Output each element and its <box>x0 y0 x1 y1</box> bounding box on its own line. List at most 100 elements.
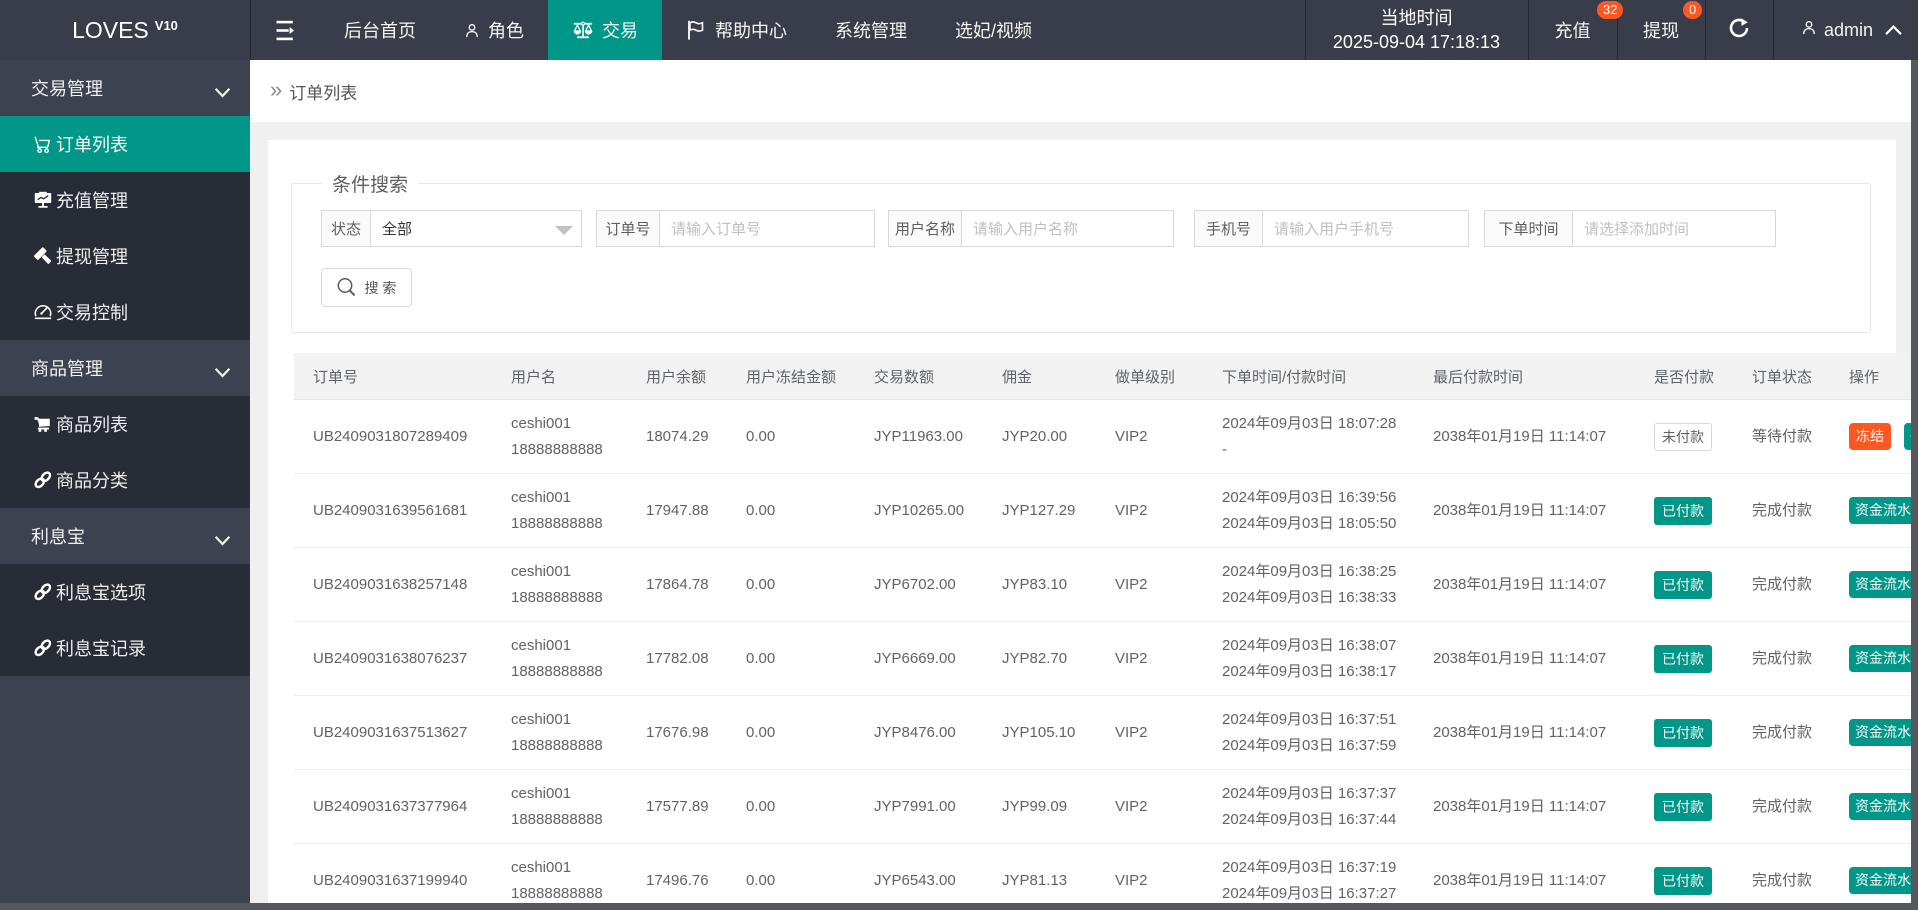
action-button[interactable]: 资金流水 <box>1849 867 1911 894</box>
breadcrumb: » 订单列表 <box>250 60 1918 122</box>
sidebar-item-3-2[interactable]: 利息宝记录 <box>0 620 250 676</box>
nav-item-label: 后台首页 <box>344 21 416 41</box>
cell-order-no: UB2409031638076237 <box>294 622 492 695</box>
field-input[interactable]: 请输入用户名称 <box>961 210 1174 247</box>
cell-amount-text: JYP11963.00 <box>874 427 963 445</box>
cell-pay-status: 已付款 <box>1635 474 1733 547</box>
cell-user-text: ceshi001 <box>511 414 572 432</box>
nav-item-5[interactable]: 系统管理 <box>811 0 931 60</box>
status-select[interactable]: 全部 <box>370 210 582 247</box>
cell-commission: JYP105.10 <box>983 696 1096 769</box>
cell-balance-text: 17496.76 <box>646 871 709 889</box>
field-placeholder: 请输入用户名称 <box>973 221 1079 238</box>
search-button-label: 搜 索 <box>364 279 397 296</box>
cell-order-no: UB2409031639561681 <box>294 474 492 547</box>
cell-level-text: VIP2 <box>1115 501 1148 519</box>
refresh-button[interactable] <box>1705 0 1773 60</box>
cell-last-pay-time: 2038年01月19日 11:14:07 <box>1414 622 1635 695</box>
nav-item-2[interactable]: 角色 <box>440 0 548 60</box>
cell-user-text: ceshi001 <box>511 562 572 580</box>
action-button[interactable]: 冻结 <box>1849 423 1891 450</box>
cell-amount: JYP6543.00 <box>855 844 983 903</box>
cell-order-no-text: UB2409031637199940 <box>313 871 468 889</box>
cell-frozen: 0.00 <box>727 696 855 769</box>
cell-balance-text: 18074.29 <box>646 427 709 445</box>
cell-actions: 冻结 强制付款 <box>1830 400 1911 473</box>
user-menu[interactable]: admin <box>1773 0 1918 60</box>
gavel-icon <box>33 246 53 266</box>
field-placeholder: 请输入订单号 <box>671 221 762 238</box>
cell-actions: 资金流水 <box>1830 474 1911 547</box>
sidebar-item-1-3[interactable]: 提现管理 <box>0 228 250 284</box>
nav-item-6[interactable]: 选妃/视频 <box>931 0 1056 60</box>
cell-actions: 资金流水 <box>1830 622 1911 695</box>
paid-badge: 已付款 <box>1654 644 1712 673</box>
cell-order-time-text: - <box>1222 440 1227 458</box>
nav-item-1[interactable]: 后台首页 <box>320 0 440 60</box>
cell-commission-text: JYP81.13 <box>1002 871 1068 889</box>
cell-order-status-text: 完成付款 <box>1752 649 1813 667</box>
cell-order-status-text: 完成付款 <box>1752 723 1813 741</box>
cell-user-text: 18888888888 <box>511 440 603 458</box>
nav-item-3[interactable]: 交易 <box>548 0 662 60</box>
action-button[interactable]: 资金流水 <box>1849 645 1911 672</box>
cell-order-time-text: 2024年09月03日 16:37:44 <box>1222 810 1397 828</box>
sidebar-item-1-4[interactable]: 交易控制 <box>0 284 250 340</box>
chevron-down-icon <box>214 362 231 383</box>
brand-logo: LOVES V10 <box>0 0 250 60</box>
sidebar-group-3[interactable]: 利息宝 <box>0 508 250 564</box>
sidebar: 交易管理订单列表充值管理 提现管理 交易控制 商品管理商品列表商品分类 利息宝 利息宝选项… <box>0 60 250 910</box>
cell-pay-status: 已付款 <box>1635 622 1733 695</box>
cell-amount: JYP8476.00 <box>855 696 983 769</box>
table-row-6: UB2409031637377964 ceshi001 18888888888 175… <box>294 770 1911 844</box>
user-icon <box>464 22 480 39</box>
sidebar-item-1-1[interactable]: 订单列表 <box>0 116 250 172</box>
field-input[interactable]: 请输入订单号 <box>659 210 875 247</box>
cell-order-time: 2024年09月03日 16:37:37 2024年09月03日 16:37:44 <box>1203 770 1414 843</box>
withdraw-link[interactable]: 提现 0 <box>1617 0 1705 60</box>
paid-badge: 已付款 <box>1654 792 1712 821</box>
sidebar-item-3-1[interactable]: 利息宝选项 <box>0 564 250 620</box>
status-label: 状态 <box>321 210 370 247</box>
action-button[interactable]: 资金流水 <box>1849 719 1911 746</box>
horizontal-scrollbar[interactable] <box>0 903 1918 910</box>
field-input[interactable]: 请选择添加时间 <box>1572 210 1776 247</box>
recharge-link[interactable]: 充值 32 <box>1528 0 1624 60</box>
cell-last-pay-time-text: 2038年01月19日 11:14:07 <box>1433 871 1607 889</box>
cell-order-time-text: 2024年09月03日 16:37:27 <box>1222 884 1397 902</box>
cell-actions: 资金流水 <box>1830 696 1911 769</box>
col-header-9: 最后付款时间 <box>1414 353 1635 399</box>
field-input[interactable]: 请输入用户手机号 <box>1262 210 1469 247</box>
sidebar-group-1[interactable]: 交易管理 <box>0 60 250 116</box>
action-button[interactable]: 强制付款 <box>1904 423 1911 450</box>
cell-order-no-text: UB2409031638257148 <box>313 575 468 593</box>
nav-item-label: 角色 <box>488 21 524 41</box>
sidebar-item-label: 订单列表 <box>56 135 128 155</box>
cell-amount-text: JYP10265.00 <box>874 501 965 519</box>
action-button[interactable]: 资金流水 <box>1849 497 1911 524</box>
cell-amount: JYP6702.00 <box>855 548 983 621</box>
sidebar-item-label: 利息宝记录 <box>56 639 146 659</box>
cell-order-time: 2024年09月03日 16:37:19 2024年09月03日 16:37:27 <box>1203 844 1414 903</box>
cell-pay-status: 已付款 <box>1635 770 1733 843</box>
cell-frozen: 0.00 <box>727 770 855 843</box>
action-button[interactable]: 资金流水 <box>1849 571 1911 598</box>
cell-level-text: VIP2 <box>1115 871 1148 889</box>
cell-frozen: 0.00 <box>727 844 855 903</box>
nav-item-4[interactable]: 帮助中心 <box>662 0 811 60</box>
cell-balance-text: 17947.88 <box>646 501 709 519</box>
cell-commission: JYP127.29 <box>983 474 1096 547</box>
unpaid-badge: 未付款 <box>1654 422 1712 451</box>
sidebar-group-2[interactable]: 商品管理 <box>0 340 250 396</box>
vertical-scrollbar[interactable] <box>1911 60 1918 903</box>
sidebar-item-2-1[interactable]: 商品列表 <box>0 396 250 452</box>
col-header-11: 订单状态 <box>1733 353 1830 399</box>
search-button[interactable]: 搜 索 <box>321 268 412 307</box>
cell-order-time: 2024年09月03日 18:07:28 - <box>1203 400 1414 473</box>
sidebar-item-label: 商品列表 <box>56 415 128 435</box>
cell-level: VIP2 <box>1096 844 1203 903</box>
sidebar-item-2-2[interactable]: 商品分类 <box>0 452 250 508</box>
menu-collapse-icon[interactable] <box>260 0 310 60</box>
action-button[interactable]: 资金流水 <box>1849 793 1911 820</box>
sidebar-item-1-2[interactable]: 充值管理 <box>0 172 250 228</box>
